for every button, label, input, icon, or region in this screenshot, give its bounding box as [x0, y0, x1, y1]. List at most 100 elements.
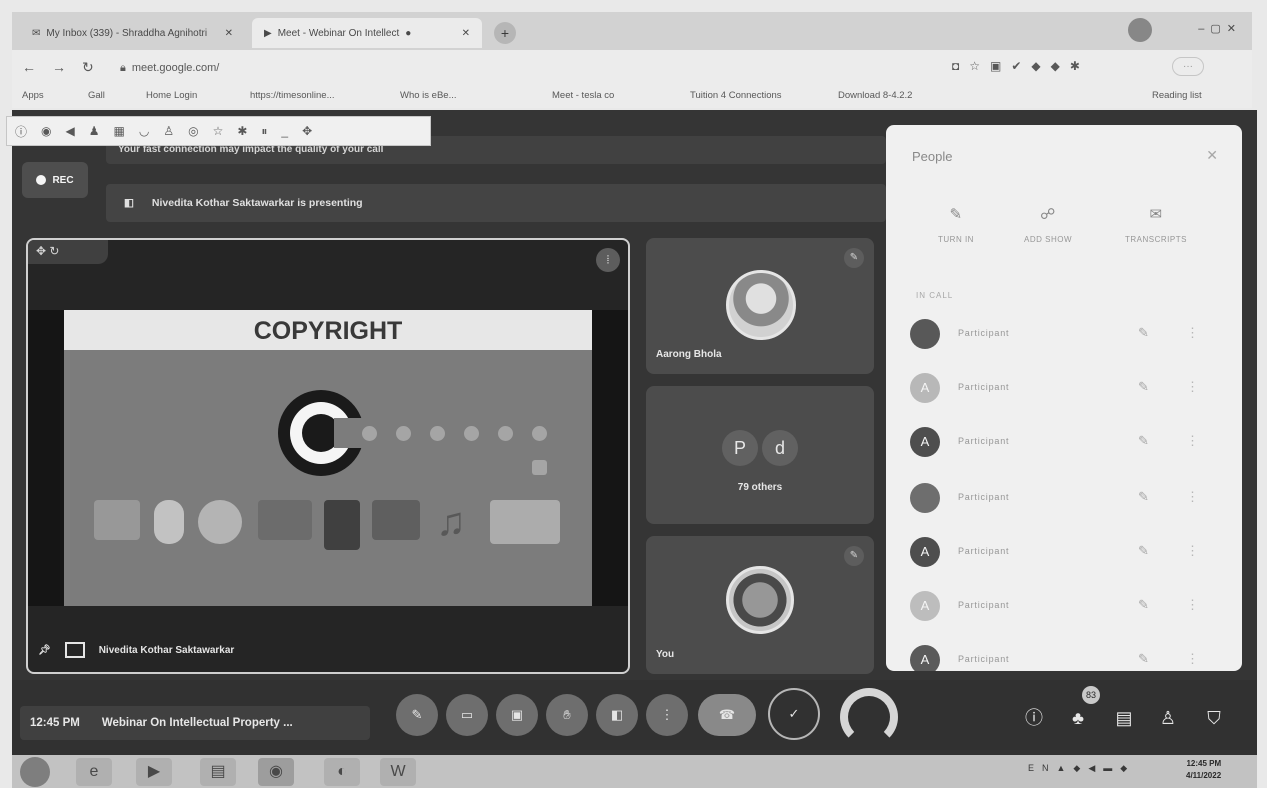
tab-close-icon[interactable]: ✕	[225, 28, 233, 39]
minimize-icon[interactable]: _	[281, 124, 288, 138]
presentation-view[interactable]: ✥ ↻ ⦙ COPYRIGHT ♫ 📌︎ Nivedita Kothar Sak…	[26, 238, 630, 674]
people-icon[interactable]: ♣	[1064, 704, 1092, 732]
bookmark-item[interactable]: Tuition 4 Connections	[690, 90, 782, 101]
eye-icon[interactable]: ◉	[41, 124, 51, 138]
back-icon[interactable]: ←	[22, 59, 36, 75]
bookmark-item[interactable]: Gall	[88, 90, 105, 101]
start-button[interactable]	[20, 757, 50, 787]
more-vert-icon[interactable]: ⋮	[1186, 379, 1199, 395]
address-bar[interactable]: 🔒︎ meet.google.com/	[120, 57, 940, 79]
tab-meet[interactable]: ▶ Meet - Webinar On Intellect ● ✕	[252, 18, 482, 48]
settings-icon[interactable]: ✱	[237, 124, 247, 138]
more-vert-icon[interactable]: ⋮	[1186, 651, 1199, 667]
meeting-controls-bar: 12:45 PM Webinar On Intellectual Propert…	[12, 680, 1257, 755]
bookmark-item[interactable]: Who is eBe...	[400, 90, 457, 101]
record-dot-icon	[36, 175, 47, 185]
disc-icon	[198, 500, 242, 544]
more-vert-icon[interactable]: ⋮	[1186, 543, 1199, 559]
gauge-icon	[840, 688, 898, 746]
person-icon[interactable]: ♙	[163, 124, 174, 138]
participant-name: Participant	[958, 328, 1010, 338]
present-button[interactable]: ◧	[596, 694, 638, 736]
raise-hand-button[interactable]: ✋︎	[546, 694, 588, 736]
avatar: P	[722, 430, 758, 466]
panel-action-button[interactable]: ✉ TRANSCRIPTS	[1106, 205, 1206, 244]
info-icon[interactable]: ⓘ	[15, 123, 27, 140]
present-icon: ◧	[610, 707, 624, 722]
bookmark-item[interactable]: https://timesonline...	[250, 90, 334, 101]
participant-row[interactable]: A Participant ✎ ⋮	[886, 419, 1242, 467]
bookmark-item[interactable]: Home Login	[146, 90, 197, 101]
participant-tile[interactable]: ✎ Aarong Bhola	[646, 238, 874, 374]
avatar	[910, 319, 940, 349]
close-icon[interactable]: ✕	[1206, 147, 1218, 164]
more-options-button[interactable]: ⋮	[646, 694, 688, 736]
view-controls[interactable]: ✥ ↻	[28, 240, 108, 264]
refresh-icon[interactable]: ↻	[49, 244, 59, 258]
book-icon	[324, 500, 360, 550]
slide: COPYRIGHT ♫	[64, 310, 592, 606]
check-button[interactable]: ✓	[768, 688, 820, 740]
participant-row[interactable]: A Participant ✎ ⋮	[886, 637, 1242, 671]
participant-row[interactable]: Participant ✎ ⋮	[886, 311, 1242, 359]
participant-row[interactable]: A Participant ✎ ⋮	[886, 529, 1242, 577]
ie-icon[interactable]: e	[76, 758, 112, 786]
tab-mail[interactable]: ✉ My Inbox (339) - Shraddha Agnihotri ✕	[20, 18, 245, 48]
media-player-icon[interactable]: ▶	[136, 758, 172, 786]
participant-row[interactable]: A Participant ✎ ⋮	[886, 365, 1242, 413]
dot-icon	[532, 426, 547, 441]
leave-call-button[interactable]: ☎︎	[698, 694, 756, 736]
others-tile[interactable]: P d 79 others	[646, 386, 874, 524]
word-icon[interactable]: W	[380, 758, 416, 786]
self-tile[interactable]: ✎ You	[646, 536, 874, 674]
window-controls[interactable]: –▢✕	[1198, 22, 1242, 35]
participant-row[interactable]: A Participant ✎ ⋮	[886, 583, 1242, 631]
bookmark-item[interactable]: Apps	[22, 90, 44, 101]
profile-avatar[interactable]	[1128, 18, 1152, 42]
camera-icon[interactable]: ◎	[188, 124, 198, 138]
account-pill[interactable]: ···	[1172, 57, 1204, 76]
chat-icon[interactable]: ▤	[1110, 704, 1138, 732]
pause-icon[interactable]: ⏸	[261, 124, 267, 139]
new-tab-button[interactable]: +	[494, 22, 516, 44]
activities-icon[interactable]: ♙	[1154, 704, 1182, 732]
mic-icon[interactable]: ♟	[89, 124, 100, 138]
pin-icon[interactable]: 📌︎	[38, 645, 51, 656]
extension-icons[interactable]: ◘☆▣✔◆◆✱	[952, 59, 1090, 73]
more-vert-icon[interactable]: ⋮	[1186, 325, 1199, 341]
forward-icon[interactable]: →	[52, 59, 66, 75]
star-icon[interactable]: ☆	[213, 124, 224, 138]
chrome-icon[interactable]: ◉	[258, 758, 294, 786]
panel-action-button[interactable]: ☍ ADD SHOW	[998, 205, 1098, 244]
move-icon[interactable]: ✥	[302, 124, 312, 138]
meeting-info-icon[interactable]: ⓘ	[1020, 704, 1048, 732]
panel-action-label: TURN IN	[938, 235, 974, 244]
tab-close-icon[interactable]: ✕	[462, 28, 470, 39]
expand-icon[interactable]: ✥	[36, 244, 46, 258]
more-vert-icon[interactable]: ⋮	[1186, 489, 1199, 505]
music-note-icon: ♫	[436, 500, 466, 544]
captions-button[interactable]: ▣	[496, 694, 538, 736]
host-controls-icon[interactable]: ⛉	[1200, 704, 1228, 732]
speaker-icon[interactable]: ◀	[66, 124, 75, 138]
camera-toggle-button[interactable]: ▭	[446, 694, 488, 736]
bookmark-item[interactable]: Reading list	[1152, 90, 1202, 101]
more-vert-icon[interactable]: ⋮	[1186, 597, 1199, 613]
cup-icon[interactable]: ◡	[139, 124, 149, 138]
meeting-details[interactable]: 12:45 PM Webinar On Intellectual Propert…	[20, 706, 370, 740]
system-tray[interactable]: EN▲◆◀▬◆	[1028, 763, 1135, 774]
mic-toggle-button[interactable]: ✎	[396, 694, 438, 736]
bookmark-item[interactable]: Download 8-4.2.2	[838, 90, 912, 101]
mic-muted-icon: ✎	[1138, 543, 1149, 558]
panel-action-button[interactable]: ✎ TURN IN	[906, 205, 1006, 244]
participant-name: Participant	[958, 546, 1010, 556]
more-vert-icon[interactable]: ⋮	[1186, 433, 1199, 449]
firefox-icon[interactable]: ◐	[324, 758, 360, 786]
reload-icon[interactable]: ↻	[82, 59, 94, 76]
grid-icon[interactable]: ▦	[114, 124, 125, 138]
participant-name: Participant	[958, 654, 1010, 664]
file-explorer-icon[interactable]: ▤	[200, 758, 236, 786]
taskbar-clock[interactable]: 12:45 PM 4/11/2022	[1186, 758, 1221, 782]
participant-row[interactable]: Participant ✎ ⋮	[886, 475, 1242, 523]
bookmark-item[interactable]: Meet - tesla co	[552, 90, 614, 101]
